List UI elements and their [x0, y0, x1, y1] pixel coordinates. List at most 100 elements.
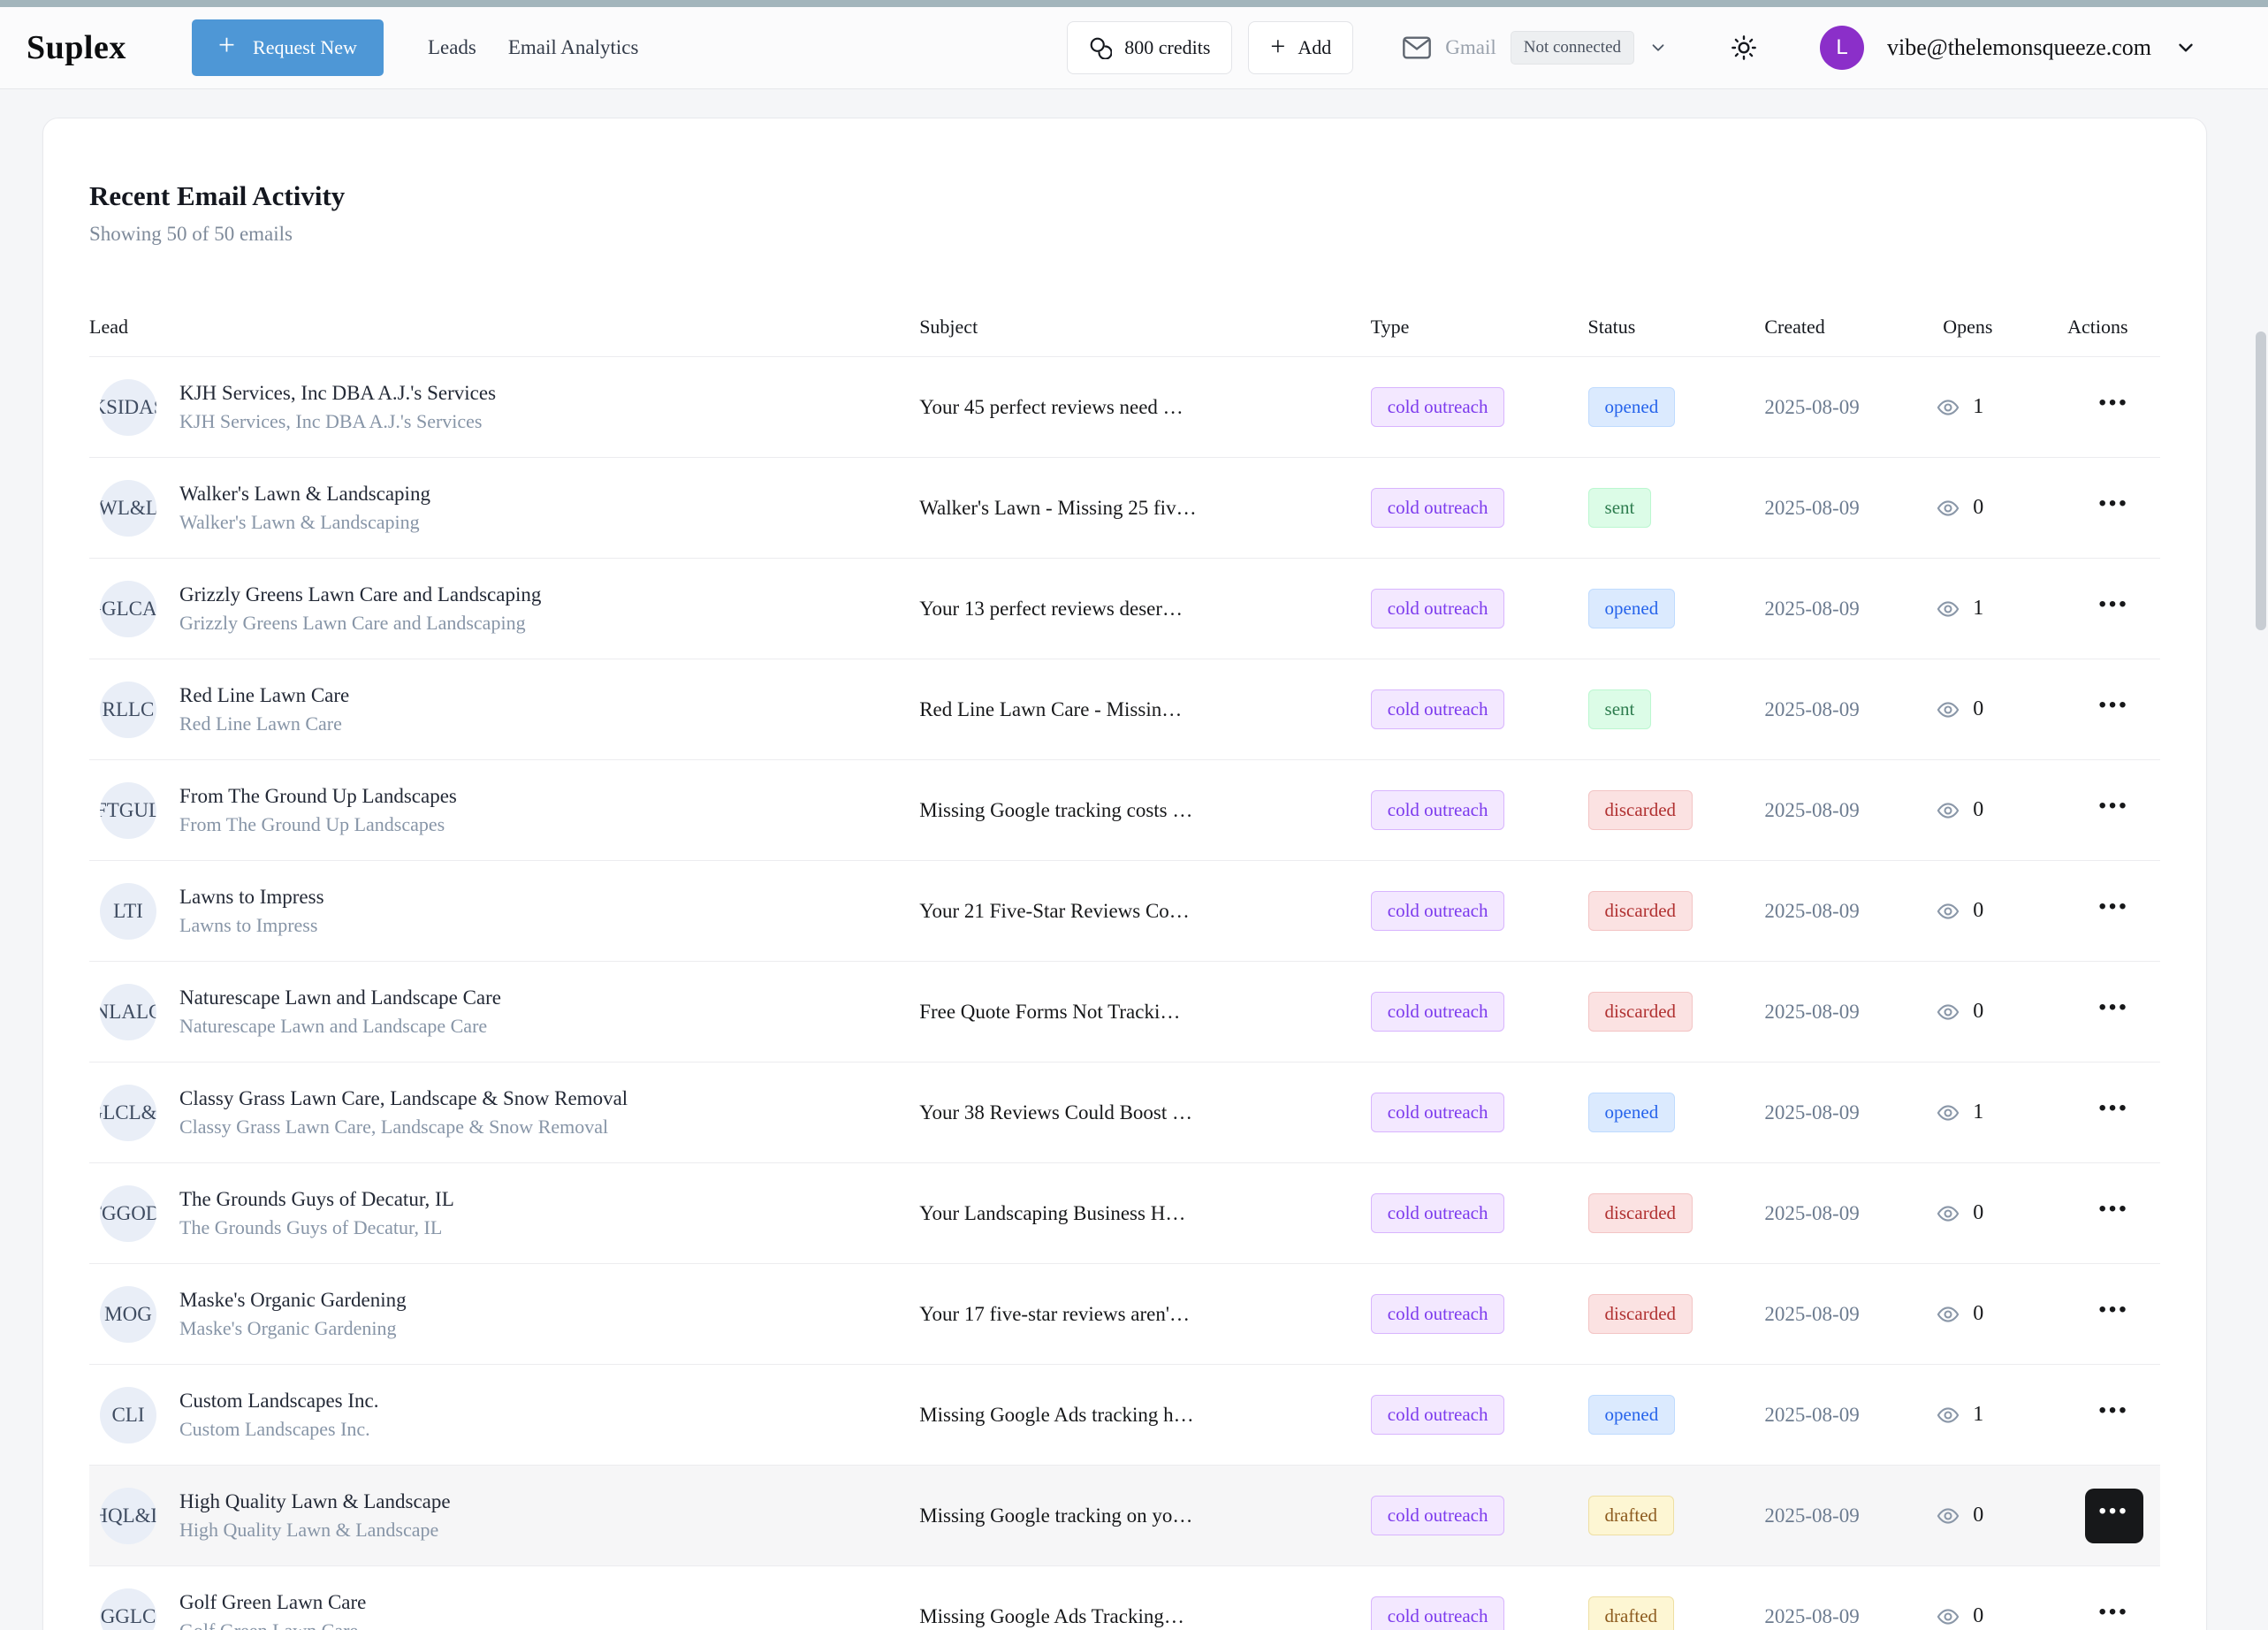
email-subject: Your 13 perfect reviews deser… — [919, 598, 1371, 621]
eye-icon — [1936, 1504, 1960, 1528]
chevron-down-icon[interactable] — [1648, 38, 1668, 57]
column-header-status: Status — [1588, 316, 1765, 339]
lead-cell[interactable]: HQL&L High Quality Lawn & Landscape High… — [89, 1488, 919, 1544]
lead-cell[interactable]: GGLCAL Grizzly Greens Lawn Care and Land… — [89, 581, 919, 637]
request-new-button[interactable]: + Request New — [192, 19, 384, 76]
type-badge: cold outreach — [1371, 1193, 1505, 1233]
row-actions-button[interactable]: ••• — [2085, 1589, 2143, 1630]
plus-icon: + — [1270, 34, 1285, 60]
lead-cell[interactable]: GGLC Golf Green Lawn Care Golf Green Law… — [89, 1588, 919, 1630]
lead-name: Golf Green Lawn Care — [179, 1591, 366, 1614]
theme-toggle-button[interactable] — [1730, 34, 1758, 62]
app-header: Suplex + Request New Leads Email Analyti… — [0, 7, 2268, 89]
type-badge: cold outreach — [1371, 992, 1505, 1032]
table-row: HQL&L High Quality Lawn & Landscape High… — [89, 1466, 2160, 1566]
lead-cell[interactable]: NLALC Naturescape Lawn and Landscape Car… — [89, 984, 919, 1040]
row-actions-button[interactable]: ••• — [2085, 582, 2143, 636]
lead-company: Red Line Lawn Care — [179, 712, 349, 735]
row-actions-button[interactable]: ••• — [2085, 682, 2143, 737]
lead-name: Maske's Organic Gardening — [179, 1289, 407, 1312]
lead-avatar: CLI — [100, 1387, 156, 1443]
lead-avatar: GGLC — [100, 1588, 156, 1630]
eye-icon — [1936, 496, 1960, 521]
page-title: Recent Email Activity — [89, 180, 2160, 212]
lead-avatar: NLALC — [100, 984, 156, 1040]
row-actions-button[interactable]: ••• — [2085, 1489, 2143, 1543]
opens-count: 1 — [1973, 395, 1983, 419]
eye-icon — [1936, 1101, 1960, 1125]
lead-cell[interactable]: KSIDAS KJH Services, Inc DBA A.J.'s Serv… — [89, 379, 919, 436]
table-row: FTGUL From The Ground Up Landscapes From… — [89, 760, 2160, 861]
status-badge: sent — [1588, 689, 1652, 729]
table-row: CLI Custom Landscapes Inc. Custom Landsc… — [89, 1365, 2160, 1466]
type-badge: cold outreach — [1371, 1496, 1505, 1535]
add-button[interactable]: + Add — [1248, 21, 1353, 74]
lead-cell[interactable]: WL&L Walker's Lawn & Landscaping Walker'… — [89, 480, 919, 537]
row-actions-button[interactable]: ••• — [2085, 1388, 2143, 1443]
lead-avatar: TGGODI — [100, 1185, 156, 1242]
row-actions-button[interactable]: ••• — [2085, 1085, 2143, 1140]
gmail-connection[interactable]: Gmail Not connected — [1403, 31, 1668, 65]
lead-cell[interactable]: FTGUL From The Ground Up Landscapes From… — [89, 782, 919, 839]
row-actions-button[interactable]: ••• — [2085, 1287, 2143, 1342]
row-actions-button[interactable]: ••• — [2085, 884, 2143, 939]
column-header-lead: Lead — [89, 316, 919, 339]
lead-cell[interactable]: TGGODI The Grounds Guys of Decatur, IL T… — [89, 1185, 919, 1242]
email-subject: Your 21 Five-Star Reviews Co… — [919, 900, 1371, 923]
created-date: 2025-08-09 — [1764, 598, 1930, 621]
created-date: 2025-08-09 — [1764, 1202, 1930, 1225]
row-actions-button[interactable]: ••• — [2085, 1186, 2143, 1241]
lead-cell[interactable]: LTI Lawns to Impress Lawns to Impress — [89, 883, 919, 940]
nav-leads[interactable]: Leads — [428, 36, 476, 59]
eye-icon — [1936, 697, 1960, 722]
account-menu[interactable]: L vibe@thelemonsqueeze.com — [1820, 26, 2197, 70]
lead-avatar: LTI — [100, 883, 156, 940]
lead-company: Classy Grass Lawn Care, Landscape & Snow… — [179, 1116, 628, 1139]
lead-name: Walker's Lawn & Landscaping — [179, 483, 430, 506]
type-badge: cold outreach — [1371, 589, 1505, 628]
email-subject: Free Quote Forms Not Tracki… — [919, 1001, 1371, 1024]
lead-company: Golf Green Lawn Care — [179, 1619, 366, 1630]
lead-cell[interactable]: CLI Custom Landscapes Inc. Custom Landsc… — [89, 1387, 919, 1443]
email-subject: Your 38 Reviews Could Boost … — [919, 1101, 1371, 1124]
nav-email-analytics[interactable]: Email Analytics — [508, 36, 639, 59]
created-date: 2025-08-09 — [1764, 1101, 1930, 1124]
lead-cell[interactable]: CGLCL&SR Classy Grass Lawn Care, Landsca… — [89, 1085, 919, 1141]
lead-company: Walker's Lawn & Landscaping — [179, 511, 430, 534]
lead-company: Maske's Organic Gardening — [179, 1317, 407, 1340]
plus-icon: + — [218, 31, 235, 61]
chevron-down-icon — [2174, 36, 2197, 59]
status-badge: sent — [1588, 488, 1652, 528]
table-row: RLLC Red Line Lawn Care Red Line Lawn Ca… — [89, 659, 2160, 760]
header-right: 800 credits + Add Gmail Not connected — [1067, 21, 2197, 74]
table-row: GGLCAL Grizzly Greens Lawn Care and Land… — [89, 559, 2160, 659]
email-subject: Red Line Lawn Care - Missin… — [919, 698, 1371, 721]
lead-name: Custom Landscapes Inc. — [179, 1390, 378, 1413]
coins-icon — [1089, 36, 1112, 59]
email-subject: Missing Google Ads Tracking… — [919, 1605, 1371, 1628]
emails-table: Lead Subject Type Status Created Opens A… — [89, 297, 2160, 1630]
lead-company: Custom Landscapes Inc. — [179, 1418, 378, 1441]
main-nav: Leads Email Analytics — [428, 36, 638, 59]
table-row: WL&L Walker's Lawn & Landscaping Walker'… — [89, 458, 2160, 559]
row-actions-button[interactable]: ••• — [2085, 783, 2143, 838]
lead-avatar: WL&L — [100, 480, 156, 537]
row-actions-button[interactable]: ••• — [2085, 481, 2143, 536]
lead-cell[interactable]: RLLC Red Line Lawn Care Red Line Lawn Ca… — [89, 682, 919, 738]
lead-name: Classy Grass Lawn Care, Landscape & Snow… — [179, 1087, 628, 1110]
column-header-type: Type — [1371, 316, 1588, 339]
lead-cell[interactable]: MOG Maske's Organic Gardening Maske's Or… — [89, 1286, 919, 1343]
created-date: 2025-08-09 — [1764, 799, 1930, 822]
credits-button[interactable]: 800 credits — [1067, 21, 1232, 74]
status-badge: opened — [1588, 1093, 1676, 1132]
vertical-scrollbar-thumb[interactable] — [2256, 331, 2266, 630]
type-badge: cold outreach — [1371, 1093, 1505, 1132]
row-actions-button[interactable]: ••• — [2085, 985, 2143, 1040]
lead-company: High Quality Lawn & Landscape — [179, 1519, 451, 1542]
type-badge: cold outreach — [1371, 1596, 1505, 1630]
emails-count-subtitle: Showing 50 of 50 emails — [89, 223, 2160, 246]
sun-icon — [1730, 34, 1758, 62]
table-row: NLALC Naturescape Lawn and Landscape Car… — [89, 962, 2160, 1063]
lead-company: Lawns to Impress — [179, 914, 324, 937]
row-actions-button[interactable]: ••• — [2085, 380, 2143, 435]
